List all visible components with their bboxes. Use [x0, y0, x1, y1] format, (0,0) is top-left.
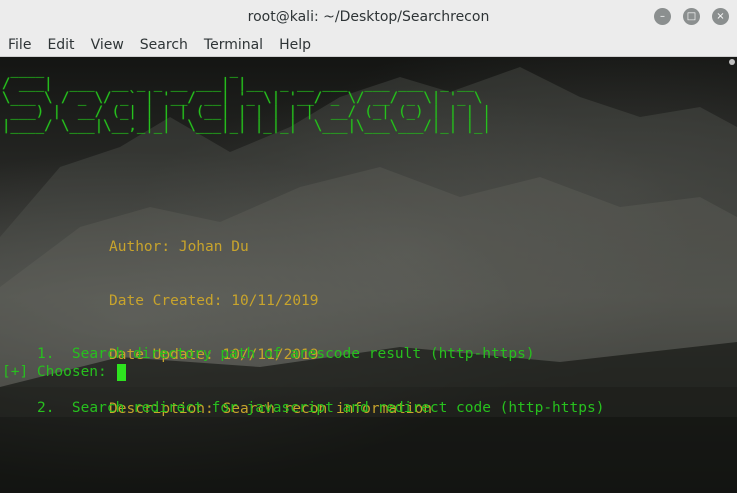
- menu-search[interactable]: Search: [132, 34, 196, 56]
- window-title: root@kali: ~/Desktop/Searchrecon: [247, 9, 490, 25]
- menu-bar: File Edit View Search Terminal Help: [0, 34, 737, 57]
- title-bar[interactable]: root@kali: ~/Desktop/Searchrecon – □ ×: [0, 0, 737, 35]
- options-list: 1. Search directory path of arescode res…: [37, 309, 604, 453]
- menu-file[interactable]: File: [0, 34, 39, 56]
- terminal-window: root@kali: ~/Desktop/Searchrecon – □ × F…: [0, 0, 737, 493]
- menu-terminal[interactable]: Terminal: [196, 34, 271, 56]
- menu-edit[interactable]: Edit: [39, 34, 82, 56]
- created-line: Date Created: 10/11/2019: [109, 293, 319, 309]
- terminal-output[interactable]: ____ _ / ___| ___ __ _ _ __ ___| |__ _ _…: [0, 57, 737, 493]
- scrollbar[interactable]: [729, 59, 735, 65]
- minimize-button[interactable]: –: [654, 8, 671, 25]
- banner-line: |____/ \___|\__,_|_| \___|_| |_|_| \___|…: [2, 118, 491, 134]
- option-item: 2. Search redirect for javascript and re…: [37, 400, 605, 416]
- window-controls: – □ ×: [654, 8, 729, 25]
- menu-help[interactable]: Help: [271, 34, 319, 56]
- input-prompt[interactable]: [+] Choosen:: [2, 363, 126, 381]
- menu-view[interactable]: View: [83, 34, 132, 56]
- text-cursor: [116, 363, 126, 381]
- ascii-banner: ____ _ / ___| ___ __ _ _ __ ___| |__ _ _…: [2, 63, 491, 133]
- close-button[interactable]: ×: [712, 8, 729, 25]
- option-item: 1. Search directory path of arescode res…: [37, 346, 535, 362]
- maximize-button[interactable]: □: [683, 8, 700, 25]
- prompt-label: [+] Choosen:: [2, 364, 116, 380]
- author-line: Author: Johan Du: [109, 239, 249, 255]
